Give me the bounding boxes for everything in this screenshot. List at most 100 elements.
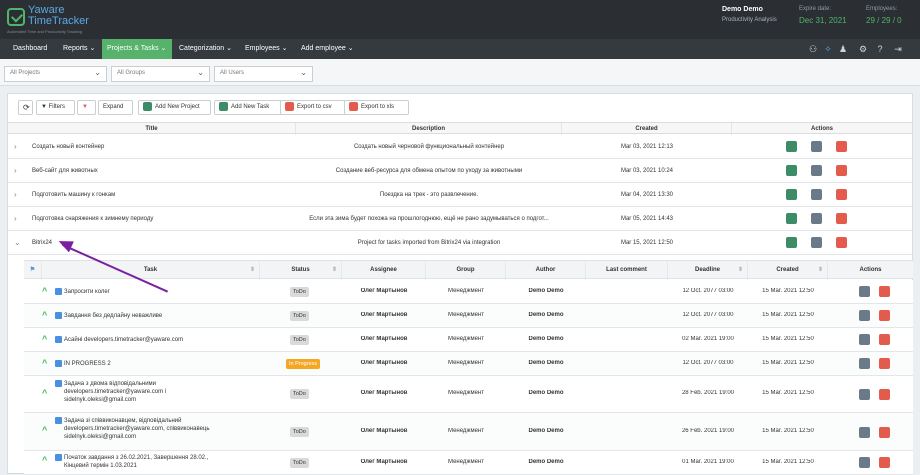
col-assignee: Assignee xyxy=(342,261,426,280)
delete-project-icon[interactable] xyxy=(836,165,847,176)
flag-icon: ⚑ xyxy=(29,267,36,273)
chevron-up-icon[interactable]: ^ xyxy=(42,334,47,344)
col-task-created[interactable]: Created ⇕ xyxy=(748,261,828,280)
groups-select[interactable]: All Groups xyxy=(111,66,210,82)
delete-project-icon[interactable] xyxy=(836,189,847,200)
expire-label: Expire date: xyxy=(799,6,832,12)
delete-project-icon[interactable] xyxy=(836,237,847,248)
clear-filter-button[interactable]: ▼ xyxy=(77,100,96,115)
col-title[interactable]: Title xyxy=(8,123,296,135)
filter-icon: ▼ xyxy=(41,104,47,110)
users-select[interactable]: All Users xyxy=(214,66,313,82)
brand-tagline: Automated Time and Productivity Tracking xyxy=(7,29,82,34)
edit-task-icon[interactable] xyxy=(859,310,870,321)
task-row[interactable]: ^ Задача з двома відповідальними develop… xyxy=(24,376,913,413)
col-deadline[interactable]: Deadline ⇕ xyxy=(668,261,748,280)
edit-task-icon[interactable] xyxy=(859,286,870,297)
export-xls-button[interactable]: Export to xls xyxy=(344,100,409,115)
add-task-icon[interactable] xyxy=(786,189,797,200)
user-icon[interactable]: ♟ xyxy=(836,42,850,56)
col-description[interactable]: Description xyxy=(296,123,562,135)
menu-reports[interactable]: Reports ⌄ xyxy=(58,39,100,59)
add-task-button[interactable]: Add New Task xyxy=(214,100,282,115)
delete-task-icon[interactable] xyxy=(879,389,890,400)
chevron-up-icon[interactable]: ^ xyxy=(42,310,47,320)
delete-task-icon[interactable] xyxy=(879,286,890,297)
add-project-button[interactable]: Add New Project xyxy=(138,100,211,115)
task-row[interactable]: ^ Задача зі співвиконавцем, відповідальн… xyxy=(24,413,913,451)
menu-projects-tasks[interactable]: Projects & Tasks ⌄ xyxy=(102,39,172,59)
delete-task-icon[interactable] xyxy=(879,310,890,321)
chevron-up-icon[interactable]: ^ xyxy=(42,388,47,398)
project-row-expanded[interactable]: ⌄ Bitrix24 Project for tasks imported fr… xyxy=(8,231,912,255)
delete-task-icon[interactable] xyxy=(879,427,890,438)
project-row[interactable]: › Веб-сайт для животных Создание веб-рес… xyxy=(8,159,912,183)
edit-task-icon[interactable] xyxy=(859,389,870,400)
edit-project-icon[interactable] xyxy=(811,213,822,224)
delete-project-icon[interactable] xyxy=(836,213,847,224)
task-row[interactable]: ^ Запросити колег ToDo Олег Мартынов Мен… xyxy=(24,280,913,304)
filter-bar: All Projects All Groups All Users xyxy=(0,59,920,86)
col-created[interactable]: Created xyxy=(562,123,732,135)
help-icon[interactable]: ? xyxy=(873,42,887,56)
delete-task-icon[interactable] xyxy=(879,457,890,468)
chevron-up-icon[interactable]: ^ xyxy=(42,425,47,435)
edit-task-icon[interactable] xyxy=(859,358,870,369)
add-task-icon[interactable] xyxy=(786,213,797,224)
expand-chevron-icon[interactable]: › xyxy=(14,183,20,207)
sort-icon: ⇕ xyxy=(817,267,823,273)
export-csv-button[interactable]: Export to csv xyxy=(280,100,346,115)
chevron-up-icon[interactable]: ^ xyxy=(42,455,47,465)
delete-task-icon[interactable] xyxy=(879,334,890,345)
handshake-icon[interactable]: ⚇ xyxy=(806,42,820,56)
expand-chevron-icon[interactable]: › xyxy=(14,135,20,159)
flag-column-header[interactable]: ⚑ xyxy=(24,261,42,280)
task-row[interactable]: ^ Початок завдання з 26.02.2021, Заверше… xyxy=(24,451,913,475)
expand-chevron-icon[interactable]: › xyxy=(14,207,20,231)
edit-project-icon[interactable] xyxy=(811,141,822,152)
project-row[interactable]: › Создать новый контейнер Создать новый … xyxy=(8,135,912,159)
edit-project-icon[interactable] xyxy=(811,165,822,176)
menu-categorization[interactable]: Categorization ⌄ xyxy=(174,39,237,59)
col-status[interactable]: Status ⇕ xyxy=(260,261,342,280)
menu-dashboard[interactable]: Dashboard xyxy=(8,39,52,59)
chevron-up-icon[interactable]: ^ xyxy=(42,358,47,368)
expand-button[interactable]: Expand xyxy=(98,100,133,115)
project-row[interactable]: › Подготовка снаряжения к зимнему период… xyxy=(8,207,912,231)
menu-employees[interactable]: Employees ⌄ xyxy=(240,39,292,59)
edit-task-icon[interactable] xyxy=(859,457,870,468)
edit-task-icon[interactable] xyxy=(859,427,870,438)
csv-file-icon xyxy=(285,101,294,111)
add-task-icon[interactable] xyxy=(786,165,797,176)
logout-icon[interactable]: ⇥ xyxy=(891,42,905,56)
col-group: Group xyxy=(426,261,506,280)
brand-name[interactable]: Yaware TimeTracker xyxy=(28,5,89,27)
add-task-icon[interactable] xyxy=(786,141,797,152)
edit-project-icon[interactable] xyxy=(811,237,822,248)
lightbulb-icon[interactable]: ✧ xyxy=(821,42,835,56)
delete-task-icon[interactable] xyxy=(879,358,890,369)
task-row[interactable]: ^ Асайні developers.timetracker@yaware.c… xyxy=(24,328,913,352)
edit-project-icon[interactable] xyxy=(811,189,822,200)
menu-add-employee[interactable]: Add employee ⌄ xyxy=(296,39,359,59)
yaware-logo-icon[interactable] xyxy=(7,8,25,26)
col-task-actions: Actions xyxy=(859,267,882,273)
delete-project-icon[interactable] xyxy=(836,141,847,152)
gear-icon[interactable]: ⚙ xyxy=(856,42,870,56)
employees-label: Employees: xyxy=(866,6,898,12)
xls-file-icon xyxy=(349,101,358,111)
task-row[interactable]: ^ IN PROGRESS 2 In Progress Олег Мартыно… xyxy=(24,352,913,376)
collapse-chevron-icon[interactable]: ⌄ xyxy=(14,231,21,255)
status-badge: ToDo xyxy=(290,335,309,345)
refresh-button[interactable]: ⟳ xyxy=(18,100,33,115)
col-task[interactable]: Task ⇕ xyxy=(42,261,260,280)
add-task-icon[interactable] xyxy=(786,237,797,248)
project-row[interactable]: › Подготовить машину к гонкам Поездка на… xyxy=(8,183,912,207)
chevron-up-icon[interactable]: ^ xyxy=(42,286,47,296)
task-row[interactable]: ^ Завдання без дедлайну неважливе ToDo О… xyxy=(24,304,913,328)
expand-chevron-icon[interactable]: › xyxy=(14,159,20,183)
edit-task-icon[interactable] xyxy=(859,334,870,345)
status-badge: ToDo xyxy=(290,458,309,468)
projects-select[interactable]: All Projects xyxy=(4,66,107,82)
filters-button[interactable]: ▼ Filters xyxy=(36,100,75,115)
